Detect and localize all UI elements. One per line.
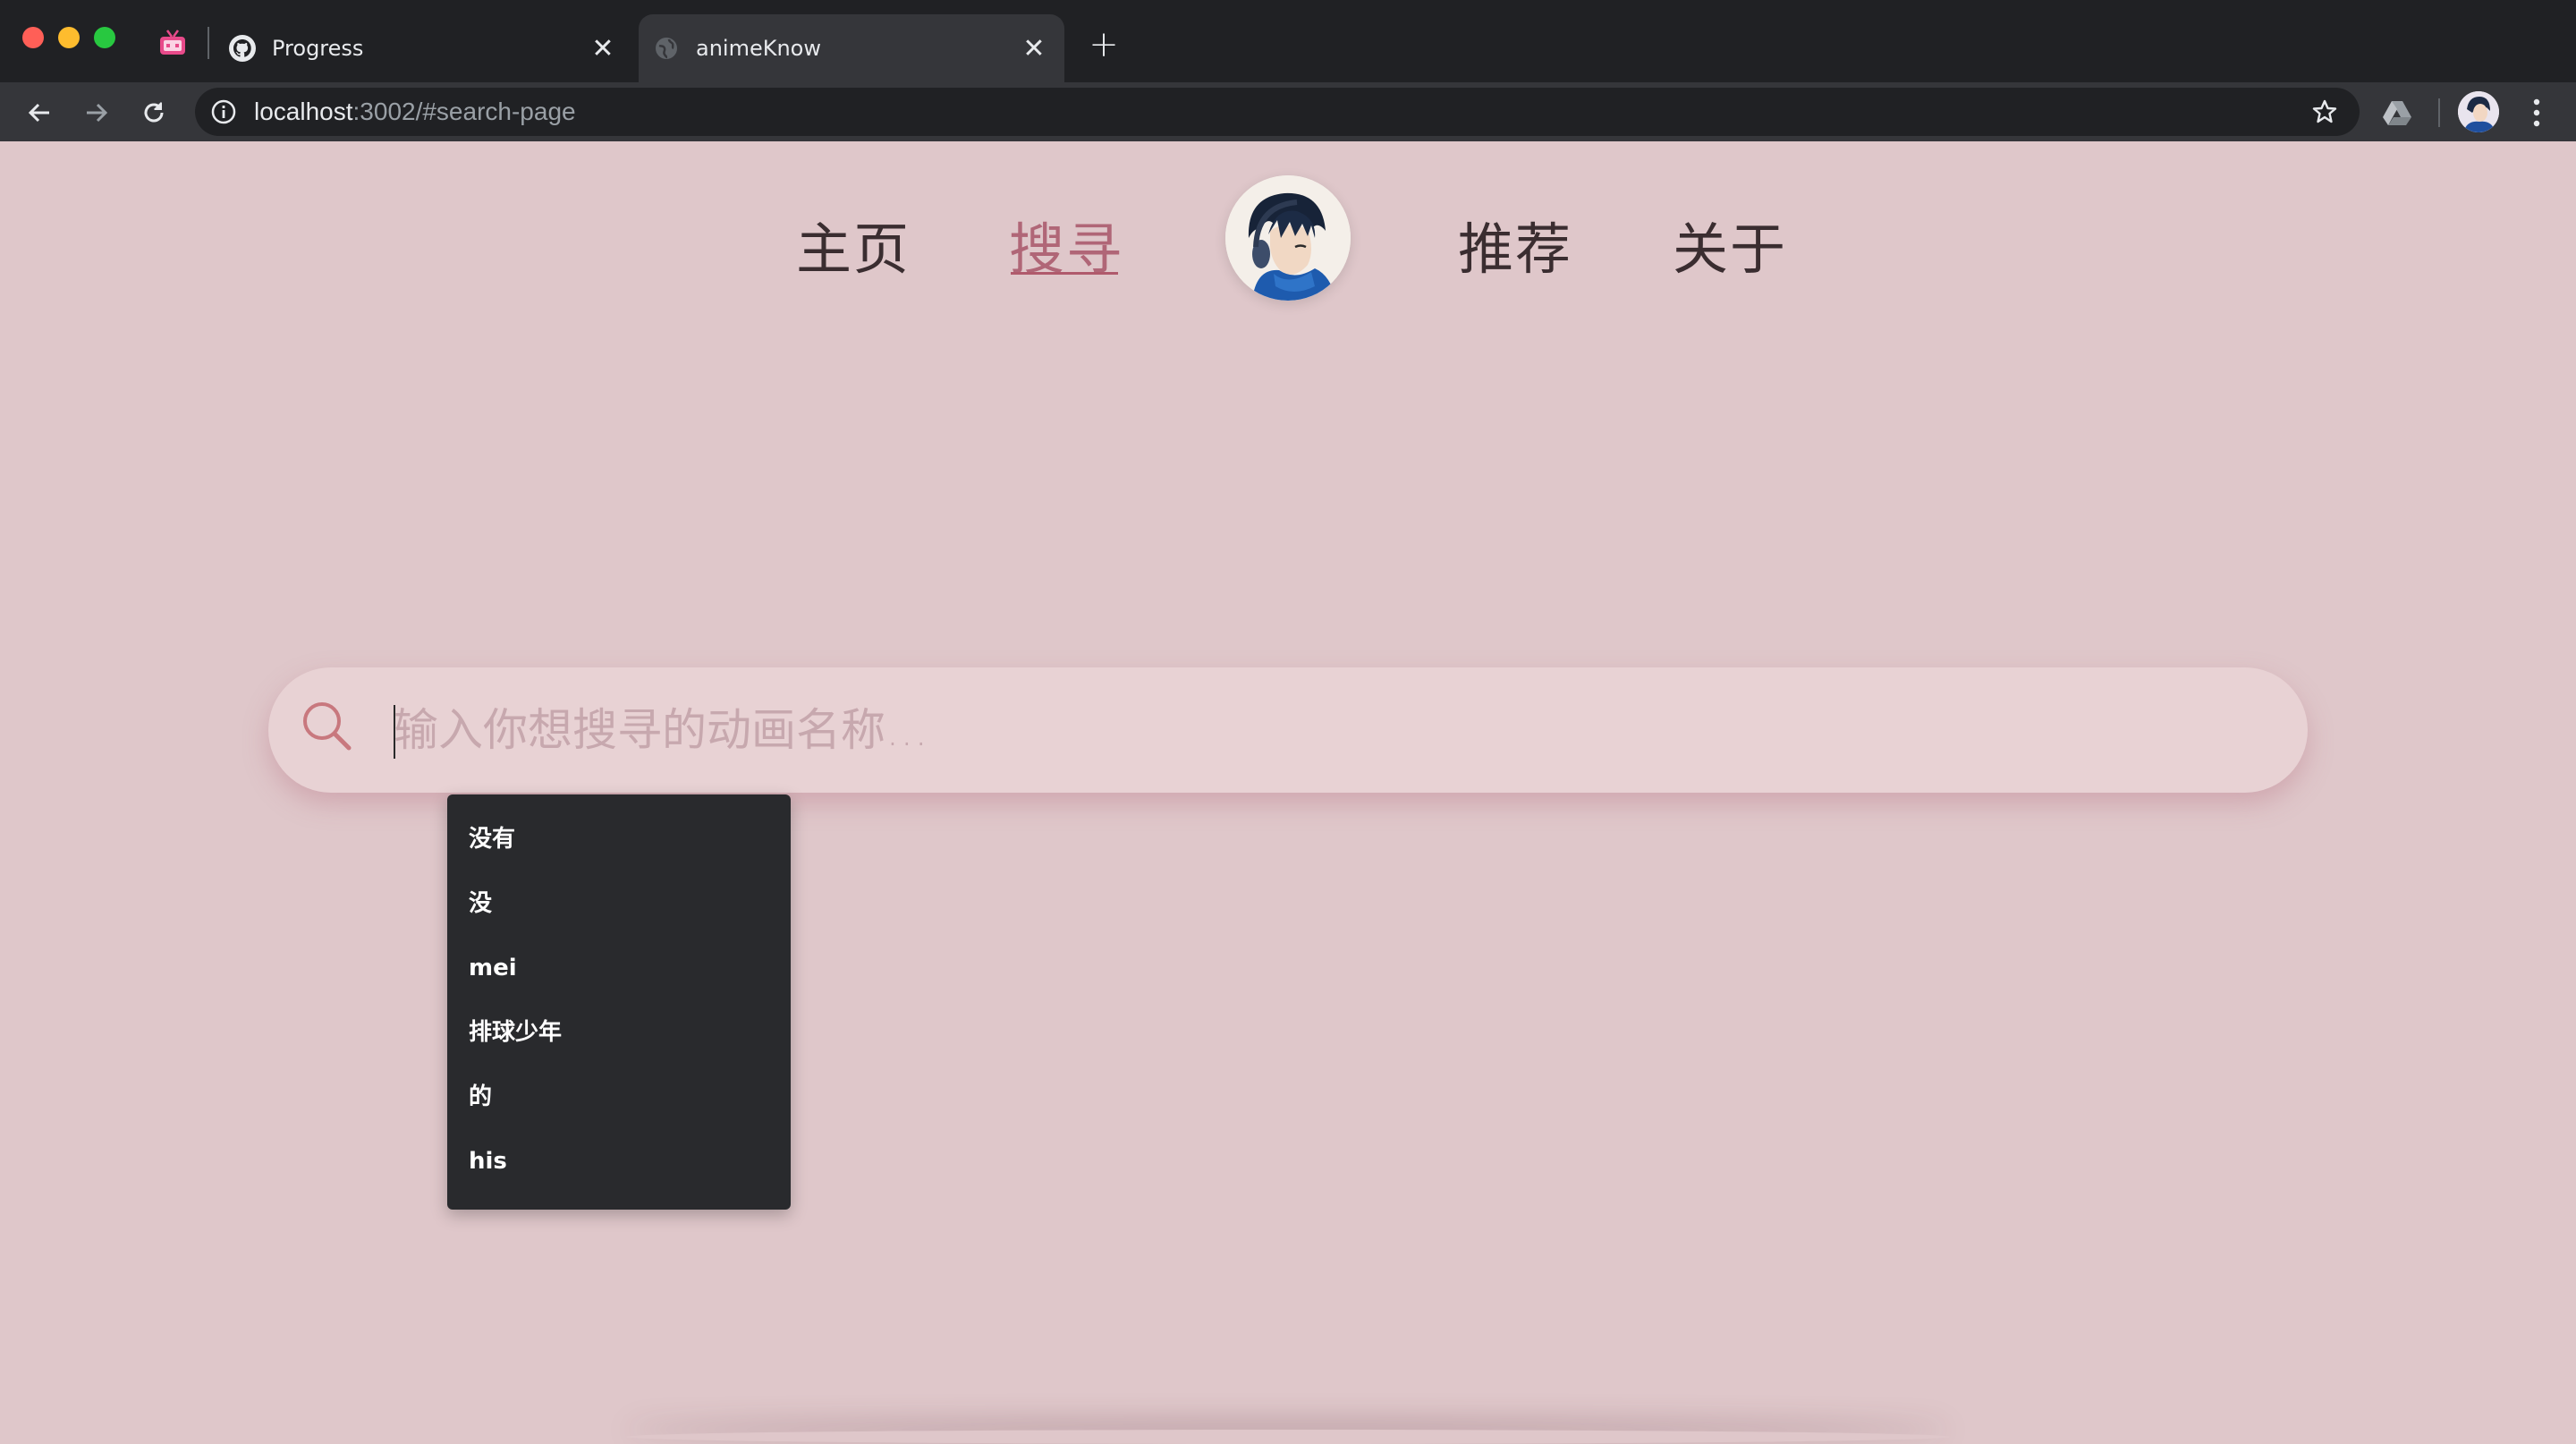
browser-toolbar: localhost:3002/#search-page: [0, 82, 2576, 141]
autocomplete-item[interactable]: 没: [447, 886, 791, 950]
url-text: localhost:3002/#search-page: [254, 98, 576, 126]
profile-avatar[interactable]: [2458, 91, 2499, 132]
minimize-window-button[interactable]: [58, 27, 80, 48]
maximize-window-button[interactable]: [94, 27, 115, 48]
nav-recommend[interactable]: 推荐: [1458, 204, 1572, 285]
autocomplete-item[interactable]: 的: [447, 1079, 791, 1143]
bottom-panel-edge: [626, 1430, 1950, 1444]
new-tab-button[interactable]: +: [1082, 24, 1125, 65]
forward-icon[interactable]: [75, 91, 118, 134]
site-logo-avatar[interactable]: [1225, 175, 1351, 301]
drive-extension-icon[interactable]: [2379, 95, 2415, 131]
kebab-menu-icon[interactable]: [2517, 93, 2556, 132]
search-bar[interactable]: [268, 667, 2308, 793]
close-icon[interactable]: ✕: [1016, 30, 1052, 66]
text-caret: [394, 705, 395, 759]
url-path: :3002/#search-page: [352, 98, 576, 125]
url-host: localhost: [254, 98, 353, 125]
bookmark-star-icon[interactable]: [2308, 95, 2342, 129]
nav-about[interactable]: 关于: [1673, 204, 1787, 285]
browser-chrome: Progress ✕ animeKnow ✕ + localhost:3002/…: [0, 0, 2576, 141]
toolbar-separator: [2438, 98, 2440, 127]
close-icon[interactable]: ✕: [585, 30, 621, 66]
page: 主页 搜寻 推荐 关于 输入你想搜寻的动画名称... 没有 没 mei 排球少年…: [0, 141, 2576, 1444]
nav-home[interactable]: 主页: [796, 204, 911, 285]
autocomplete-item[interactable]: 没有: [447, 821, 791, 886]
tab-title: Progress: [272, 36, 364, 61]
back-icon[interactable]: [18, 91, 61, 134]
github-icon: [227, 33, 258, 64]
tab-separator: [208, 27, 209, 59]
search-icon[interactable]: [299, 698, 356, 755]
reload-icon[interactable]: [132, 91, 175, 134]
tab-title: animeKnow: [696, 36, 821, 61]
search-input[interactable]: [392, 687, 2270, 773]
address-bar[interactable]: localhost:3002/#search-page: [195, 88, 2360, 136]
close-window-button[interactable]: [22, 27, 44, 48]
tab-strip: Progress ✕ animeKnow ✕ +: [0, 0, 2576, 82]
nav-active-underline: [1011, 272, 1118, 275]
autocomplete-item[interactable]: mei: [447, 950, 791, 1015]
pinned-tab-tv-icon[interactable]: [150, 23, 195, 63]
tab-progress[interactable]: Progress ✕: [215, 14, 633, 82]
autocomplete-dropdown: 没有 没 mei 排球少年 的 his: [447, 794, 791, 1210]
globe-icon: [651, 33, 682, 64]
tab-animeknow[interactable]: animeKnow ✕: [639, 14, 1064, 82]
autocomplete-item[interactable]: 排球少年: [447, 1015, 791, 1079]
autocomplete-item[interactable]: his: [447, 1143, 791, 1208]
info-icon[interactable]: [208, 96, 240, 128]
